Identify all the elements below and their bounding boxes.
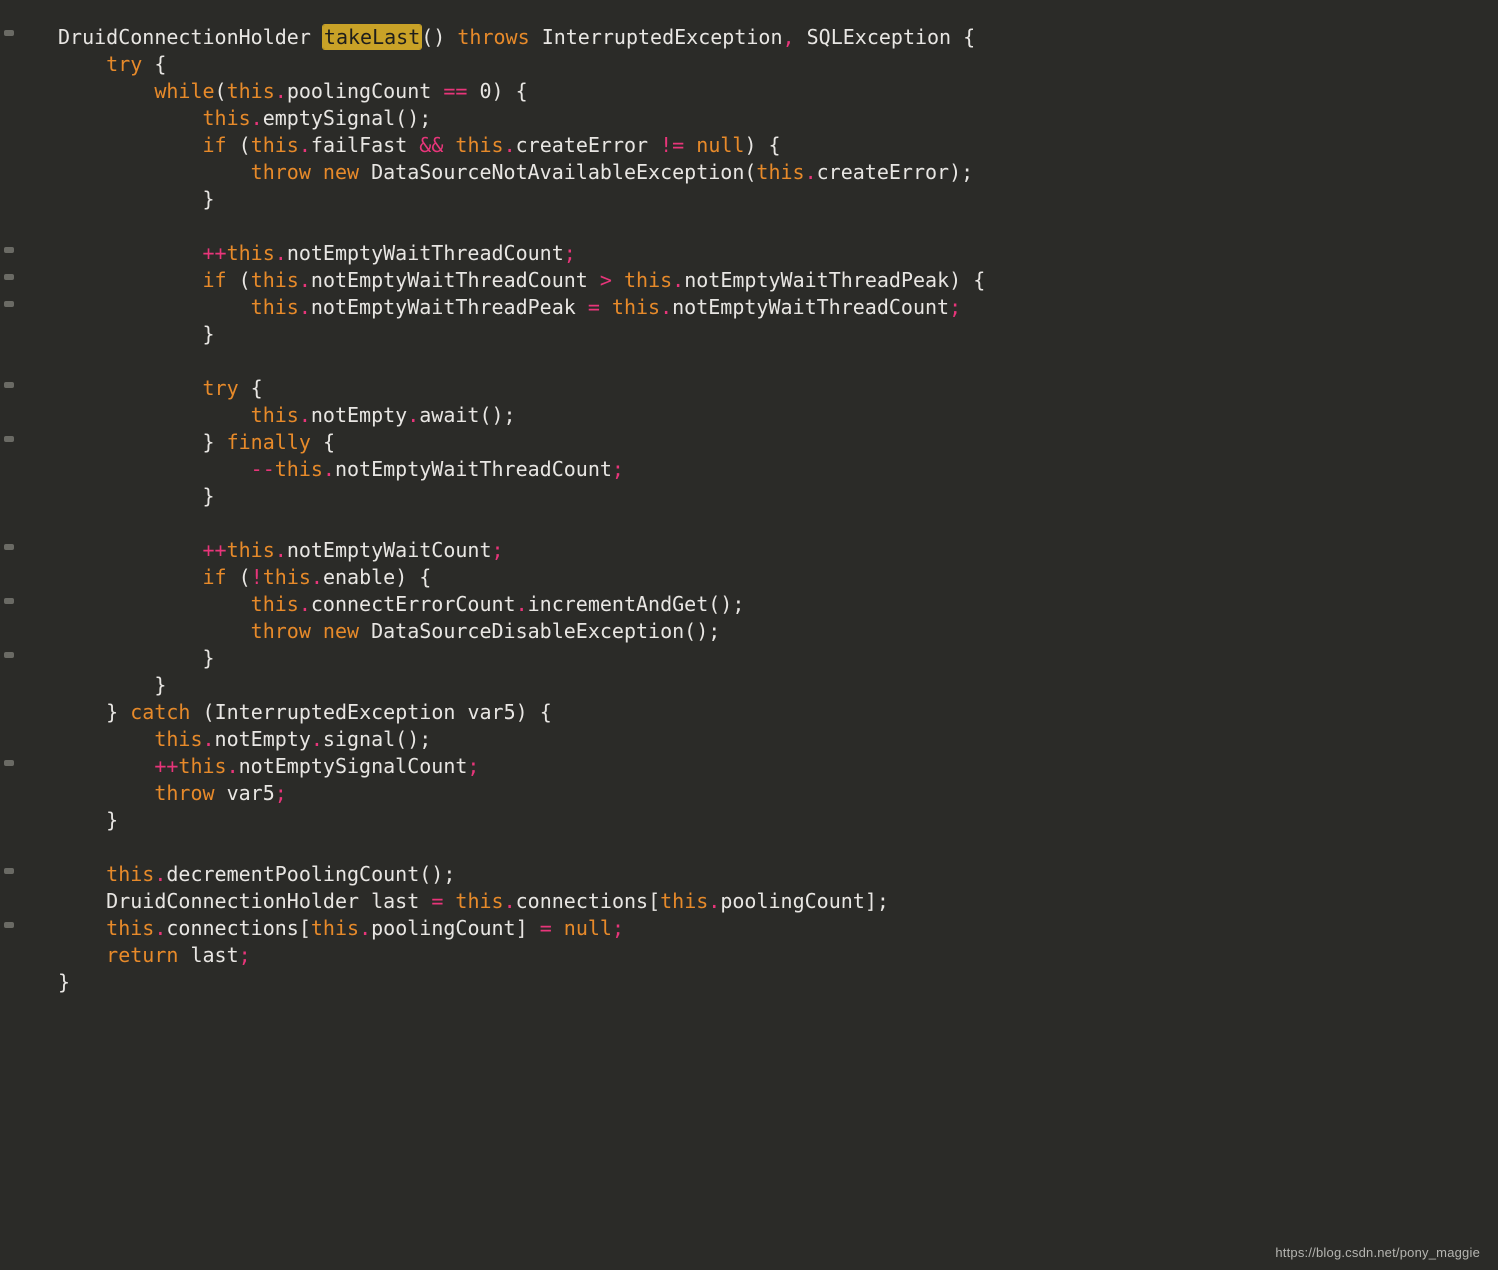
gutter bbox=[0, 0, 22, 1270]
keyword-return: return bbox=[106, 943, 178, 967]
keyword-throws: throws bbox=[457, 25, 529, 49]
watermark: https://blog.csdn.net/pony_maggie bbox=[1275, 1244, 1480, 1262]
type-name: DruidConnectionHolder bbox=[58, 25, 311, 49]
method-name-highlighted: takeLast bbox=[323, 25, 421, 49]
code-block: DruidConnectionHolder takeLast() throws … bbox=[0, 0, 1498, 996]
keyword-while: while bbox=[154, 79, 214, 103]
keyword-try: try bbox=[106, 52, 142, 76]
keyword-catch: catch bbox=[130, 700, 190, 724]
